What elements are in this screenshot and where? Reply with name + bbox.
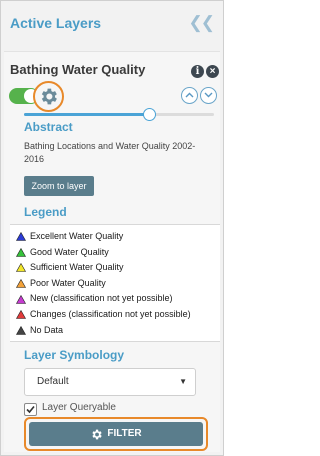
close-icon[interactable]: × [206, 65, 219, 78]
legend-item: Excellent Water Quality [16, 230, 123, 243]
legend-item-label: Good Water Quality [30, 246, 109, 257]
legend-item: No Data [16, 324, 63, 337]
check-icon [26, 405, 35, 414]
triangle-marker-icon [16, 232, 26, 241]
filter-button[interactable]: FILTER [29, 422, 203, 446]
panel-title: Active Layers [10, 15, 102, 31]
queryable-label: Layer Queryable [42, 402, 116, 413]
legend-item-label: Changes (classification not yet possible… [30, 309, 191, 320]
legend-item: Good Water Quality [16, 246, 109, 259]
legend-item: Changes (classification not yet possible… [16, 308, 191, 321]
active-layers-panel: Active Layers ❮❮ Bathing Water Quality i… [0, 0, 224, 456]
symbology-selected-value: Default [37, 376, 69, 387]
legend-item-label: Poor Water Quality [30, 277, 106, 288]
zoom-to-layer-button[interactable]: Zoom to layer [24, 176, 94, 196]
chevron-up-icon [185, 92, 194, 98]
opacity-slider-handle[interactable] [143, 108, 157, 121]
move-up-button[interactable] [181, 87, 198, 104]
gear-icon[interactable] [38, 86, 59, 107]
legend-item: Sufficient Water Quality [16, 261, 124, 274]
legend-item-label: No Data [30, 324, 64, 335]
chevron-down-icon [204, 92, 213, 98]
double-chevron-left-icon[interactable]: ❮❮ [189, 13, 215, 33]
panel-header: Active Layers ❮❮ [1, 1, 223, 49]
queryable-checkbox[interactable] [24, 403, 37, 416]
legend-item-label: Excellent Water Quality [30, 231, 124, 242]
triangle-marker-icon [16, 278, 26, 288]
filter-highlight: FILTER [24, 417, 208, 451]
symbology-heading: Layer Symbology [24, 348, 125, 362]
legend-item-label: New (classification not yet possible) [30, 293, 173, 304]
legend-item: New (classification not yet possible) [16, 292, 173, 305]
legend-list: Excellent Water Quality Good Water Qualit… [10, 224, 220, 342]
settings-highlight [33, 81, 64, 112]
caret-down-icon: ▼ [179, 377, 187, 386]
layer-card: Bathing Water Quality i × Abstract Bathi… [4, 51, 220, 452]
triangle-marker-icon [16, 294, 26, 304]
triangle-marker-icon [16, 263, 26, 273]
abstract-text: Bathing Locations and Water Quality 2002… [24, 141, 196, 164]
triangle-marker-icon [16, 247, 26, 257]
triangle-marker-icon [16, 310, 26, 319]
abstract-heading: Abstract [24, 120, 73, 134]
legend-item-label: Sufficient Water Quality [30, 262, 124, 273]
legend-item: Poor Water Quality [16, 277, 106, 290]
opacity-slider[interactable] [24, 108, 214, 121]
gear-icon [92, 429, 103, 439]
layer-title: Bathing Water Quality [10, 62, 146, 77]
legend-heading: Legend [24, 205, 67, 219]
opacity-slider-fill [24, 113, 150, 116]
move-down-button[interactable] [200, 87, 217, 104]
filter-label: FILTER [107, 428, 142, 439]
symbology-select[interactable]: Default ▼ [24, 368, 196, 396]
triangle-marker-icon [16, 325, 26, 335]
info-icon[interactable]: i [191, 65, 204, 78]
